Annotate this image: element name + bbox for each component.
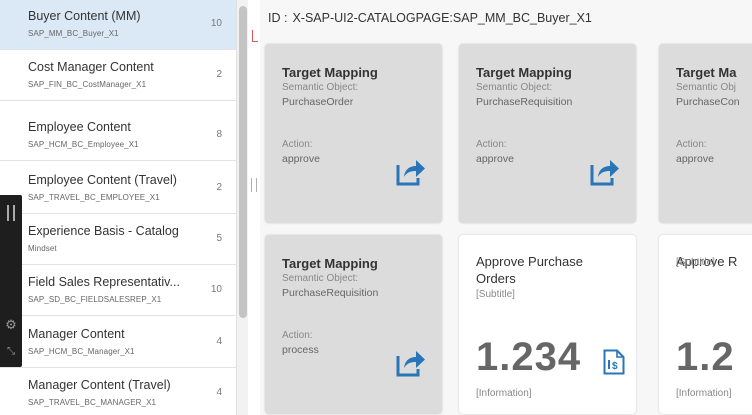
share-icon — [590, 160, 619, 186]
scrollbar-thumb[interactable] — [239, 6, 247, 318]
catalog-item-count: 10 — [210, 284, 222, 295]
svg-text:$: $ — [612, 361, 618, 372]
target-mapping-tile[interactable]: Target Ma Semantic Obj PurchaseCon Actio… — [659, 44, 752, 223]
catalog-item-count: 4 — [216, 336, 222, 347]
semantic-object-value: PurchaseCon — [676, 96, 740, 108]
catalog-item[interactable]: Field Sales Representativ... SAP_SD_BC_F… — [0, 265, 236, 316]
catalog-item-title: Employee Content (Travel) — [28, 173, 177, 187]
tile-info: [Information] — [476, 388, 532, 399]
semantic-object-label: Semantic Obj — [676, 82, 737, 93]
drag-handle-icon[interactable] — [7, 205, 15, 221]
catalog-item-title: Field Sales Representativ... — [28, 275, 180, 289]
catalog-item-id: SAP_MM_BC_Buyer_X1 — [28, 29, 119, 38]
catalog-item-count: 2 — [216, 69, 222, 80]
tile-subtitle: [Subtitle] — [476, 289, 515, 300]
document-currency-icon: $ — [603, 349, 625, 375]
catalog-item-count: 2 — [216, 182, 222, 193]
target-mapping-tile[interactable]: Target Mapping Semantic Object: Purchase… — [265, 235, 442, 414]
action-label: Action: — [676, 139, 707, 150]
catalog-item[interactable]: Manager Content (Travel) SAP_TRAVEL_BC_M… — [0, 368, 236, 415]
app-launcher-tile[interactable]: Approve R [Subtitle] 1.2 [Information] — [659, 235, 752, 414]
catalog-item[interactable]: Employee Content SAP_HCM_BC_Employee_X1 … — [0, 110, 236, 161]
app-launcher-tile[interactable]: Approve Purchase Orders [Subtitle] 1.234… — [459, 235, 636, 414]
catalog-item[interactable]: Cost Manager Content SAP_FIN_BC_CostMana… — [0, 50, 236, 101]
action-value: approve — [676, 153, 714, 165]
target-mapping-tile[interactable]: Target Mapping Semantic Object: Purchase… — [459, 44, 636, 223]
catalog-item-id: Mindset — [28, 244, 57, 253]
tile-title: Target Mapping — [282, 256, 378, 271]
catalog-item-title: Experience Basis - Catalog — [28, 224, 179, 238]
catalog-id-header: ID : X-SAP-UI2-CATALOGPAGE:SAP_MM_BC_Buye… — [268, 11, 592, 25]
tile-title: Target Mapping — [282, 65, 378, 80]
tile-title: Target Mapping — [476, 65, 572, 80]
catalog-item-title: Manager Content (Travel) — [28, 378, 171, 392]
catalog-item-title: Cost Manager Content — [28, 60, 154, 74]
catalog-item[interactable]: Buyer Content (MM) SAP_MM_BC_Buyer_X1 10 — [0, 0, 236, 50]
catalog-item-id: SAP_HCM_BC_Employee_X1 — [28, 140, 139, 149]
catalog-item-id: SAP_TRAVEL_BC_EMPLOYEE_X1 — [28, 193, 160, 202]
gear-icon[interactable]: ⚙ — [3, 317, 19, 333]
catalog-item-count: 5 — [216, 233, 222, 244]
floating-side-toolbar[interactable]: ⚙ ⤡ — [0, 195, 22, 367]
corner-marker-icon — [252, 30, 258, 42]
catalog-item-title: Manager Content — [28, 327, 125, 341]
catalog-item-id: SAP_FIN_BC_CostManager_X1 — [28, 80, 147, 89]
semantic-object-value: PurchaseRequisition — [476, 96, 573, 108]
catalog-item-id: SAP_HCM_BC_Manager_X1 — [28, 347, 135, 356]
resize-icon[interactable]: ⤡ — [4, 345, 18, 359]
action-value: approve — [282, 153, 320, 165]
catalog-detail: ID : X-SAP-UI2-CATALOGPAGE:SAP_MM_BC_Buye… — [260, 0, 752, 415]
tile-title: Approve Purchase Orders — [476, 254, 583, 286]
tile-kpi-number: 1.2 — [676, 335, 735, 379]
catalog-item-count: 10 — [210, 18, 222, 29]
catalog-id-value: X-SAP-UI2-CATALOGPAGE:SAP_MM_BC_Buyer_X1 — [292, 11, 592, 25]
catalog-item[interactable]: Employee Content (Travel) SAP_TRAVEL_BC_… — [0, 163, 236, 214]
catalog-item[interactable]: Experience Basis - Catalog Mindset 5 — [0, 214, 236, 265]
semantic-object-label: Semantic Object: — [282, 273, 359, 284]
semantic-object-value: PurchaseOrder — [282, 96, 354, 108]
action-value: approve — [476, 153, 514, 165]
catalog-list: Buyer Content (MM) SAP_MM_BC_Buyer_X1 10… — [0, 0, 236, 415]
share-icon — [396, 351, 425, 377]
semantic-object-label: Semantic Object: — [282, 82, 359, 93]
catalog-list-scrollbar[interactable] — [236, 0, 248, 415]
catalog-item-title: Buyer Content (MM) — [28, 9, 141, 23]
catalog-id-label: ID : — [268, 11, 288, 25]
action-label: Action: — [282, 330, 313, 341]
action-label: Action: — [476, 139, 507, 150]
tile-title: Target Ma — [676, 65, 737, 80]
semantic-object-label: Semantic Object: — [476, 82, 553, 93]
target-mapping-tile[interactable]: Target Mapping Semantic Object: Purchase… — [265, 44, 442, 223]
tile-kpi-number: 1.234 — [476, 335, 582, 379]
tile-subtitle: [Subtitle] — [676, 257, 715, 268]
catalog-item-count: 4 — [216, 387, 222, 398]
action-label: Action: — [282, 139, 313, 150]
catalog-item-title: Employee Content — [28, 120, 131, 134]
semantic-object-value: PurchaseRequisition — [282, 287, 379, 299]
catalog-item-count: 8 — [216, 129, 222, 140]
action-value: process — [282, 344, 319, 356]
catalog-item-id: SAP_TRAVEL_BC_MANAGER_X1 — [28, 398, 157, 407]
tile-info: [Information] — [676, 388, 732, 399]
splitter-grip-icon[interactable] — [251, 178, 257, 192]
catalog-item-id: SAP_SD_BC_FIELDSALESREP_X1 — [28, 295, 162, 304]
catalog-item[interactable]: Manager Content SAP_HCM_BC_Manager_X1 4 — [0, 317, 236, 368]
pane-splitter[interactable] — [248, 0, 260, 415]
share-icon — [396, 160, 425, 186]
